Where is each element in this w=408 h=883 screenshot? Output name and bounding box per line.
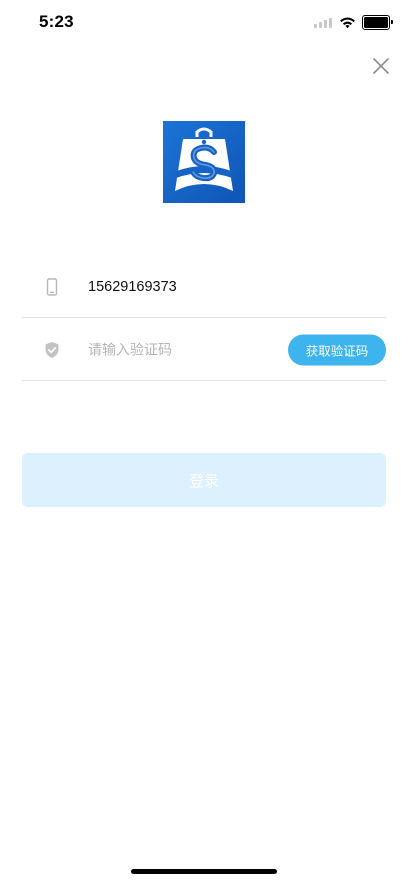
login-button[interactable]: 登录 (22, 453, 386, 507)
status-icons (314, 14, 393, 30)
app-logo-shopping-bag-s-icon (163, 121, 245, 203)
get-verification-code-button[interactable]: 获取验证码 (288, 334, 386, 365)
wifi-icon (340, 17, 355, 28)
verification-code-row: 获取验证码 (22, 319, 386, 381)
cellular-signal-icon (314, 16, 333, 28)
app-logo (163, 121, 245, 203)
home-indicator[interactable] (131, 869, 277, 874)
phone-row: 15629169373 (22, 256, 386, 318)
close-button[interactable] (368, 53, 394, 79)
shield-check-icon (45, 341, 59, 358)
phone-number-field[interactable]: 15629169373 (88, 279, 177, 295)
verification-code-input[interactable] (88, 342, 278, 358)
mobile-phone-icon (46, 277, 58, 296)
close-icon (373, 58, 389, 74)
battery-icon (362, 14, 393, 30)
status-time: 5:23 (39, 12, 74, 31)
status-bar: 5:23 (0, 0, 408, 44)
